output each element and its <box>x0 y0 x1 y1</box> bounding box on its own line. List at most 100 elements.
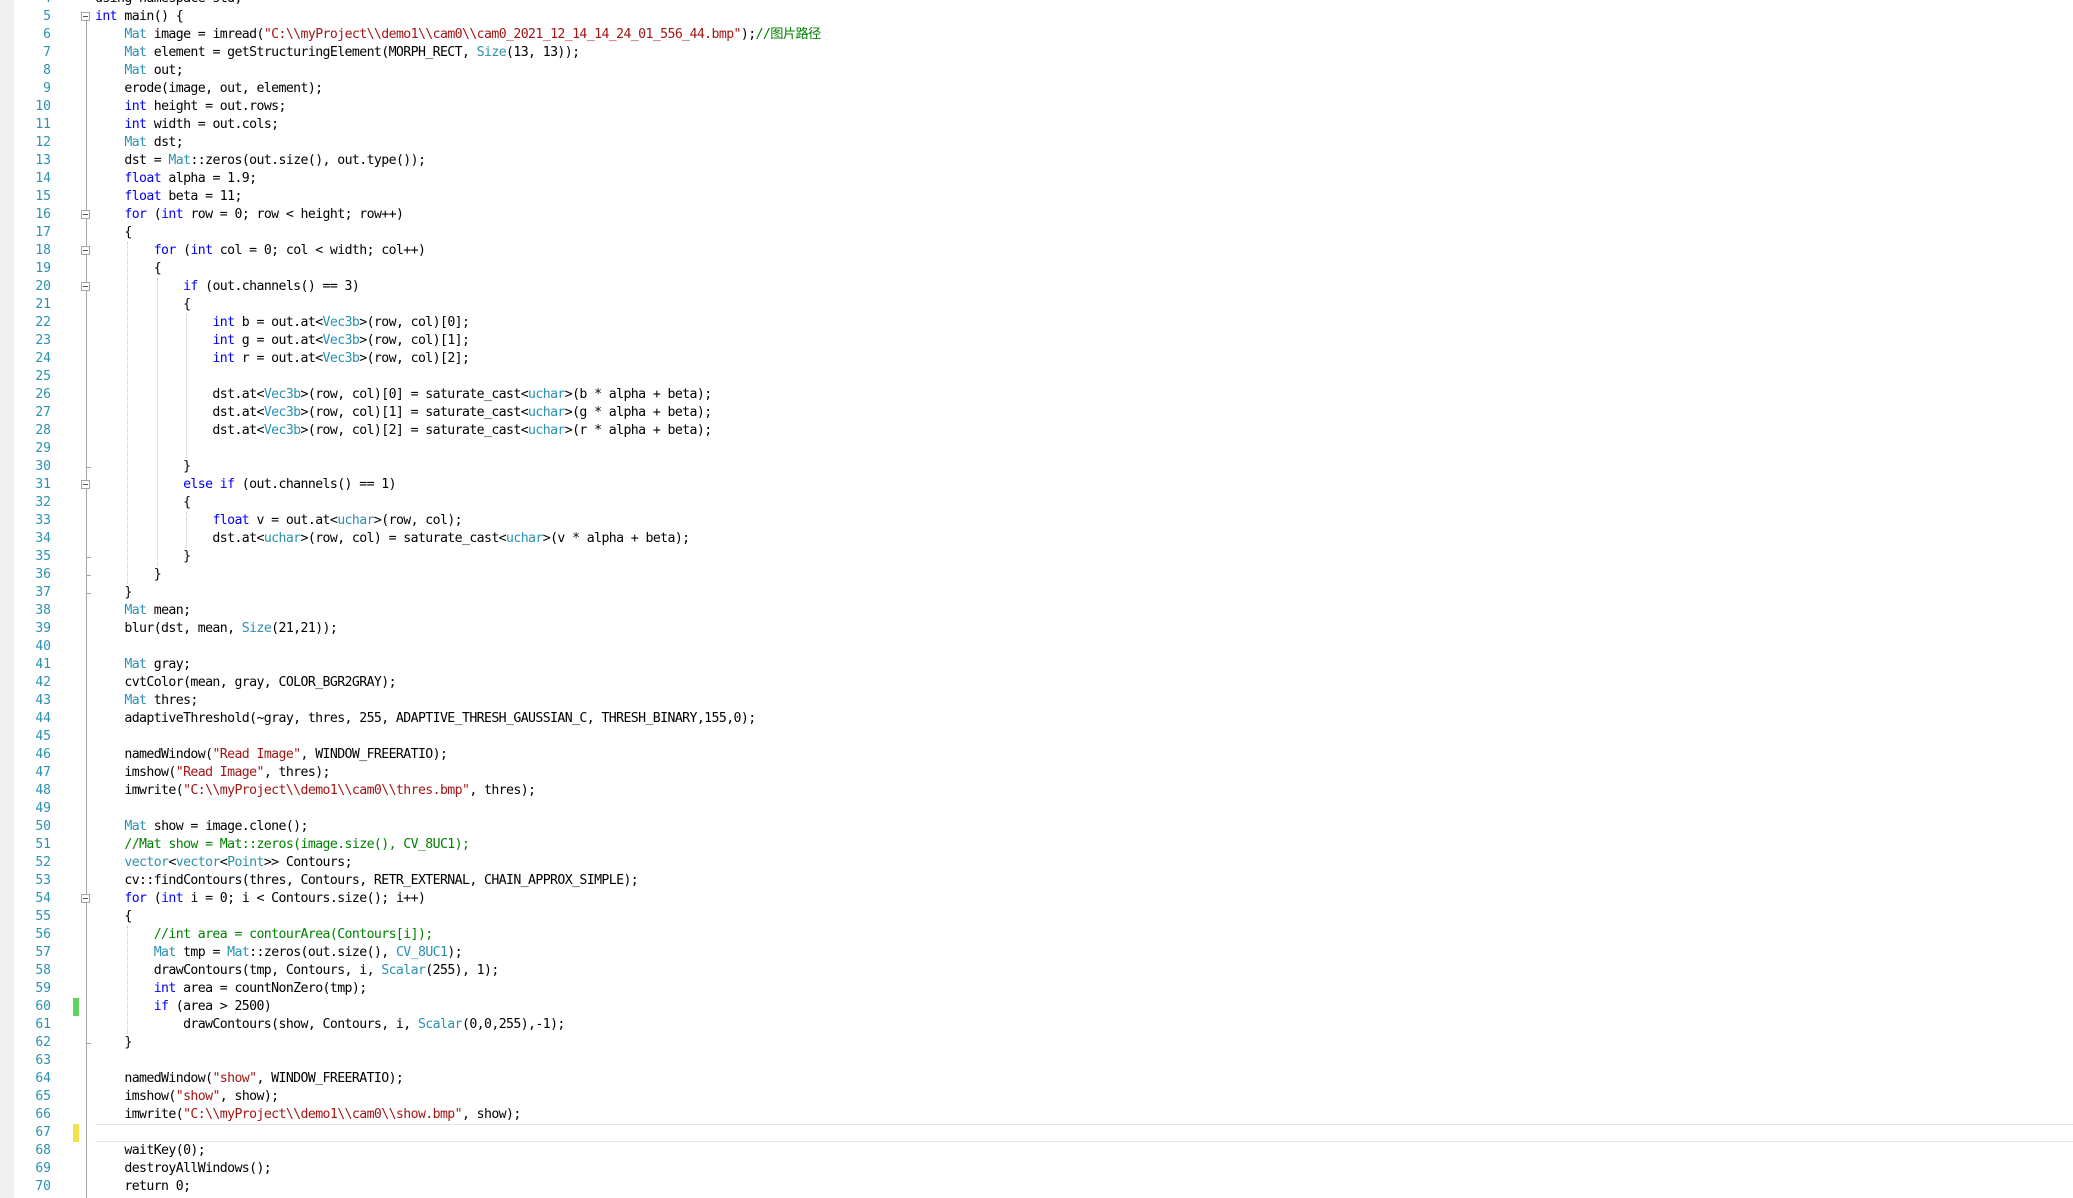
code-line[interactable]: } <box>95 1034 2073 1052</box>
code-line[interactable]: int r = out.at<Vec3b>(row, col)[2]; <box>95 350 2073 368</box>
code-line[interactable]: Mat element = getStructuringElement(MORP… <box>95 44 2073 62</box>
code-line[interactable]: namedWindow("show", WINDOW_FREERATIO); <box>95 1070 2073 1088</box>
editor-left-margin <box>0 0 15 1198</box>
line-number: 36 <box>35 567 51 582</box>
code-line[interactable]: } <box>95 566 2073 584</box>
code-line[interactable]: dst = Mat::zeros(out.size(), out.type())… <box>95 152 2073 170</box>
code-line[interactable]: Mat image = imread("C:\\myProject\\demo1… <box>95 26 2073 44</box>
code-line[interactable]: float beta = 11; <box>95 188 2073 206</box>
code-line[interactable]: { <box>95 224 2073 242</box>
code-line[interactable]: destroyAllWindows(); <box>95 1160 2073 1178</box>
code-line[interactable]: for (int col = 0; col < width; col++) <box>95 242 2073 260</box>
code-token: thres; <box>146 693 199 708</box>
collapse-region-icon[interactable] <box>81 210 90 219</box>
code-line[interactable]: drawContours(show, Contours, i, Scalar(0… <box>95 1016 2073 1034</box>
code-line[interactable]: float alpha = 1.9; <box>95 170 2073 188</box>
code-line[interactable] <box>95 440 2073 458</box>
code-line[interactable]: Mat out; <box>95 62 2073 80</box>
code-line[interactable]: drawContours(tmp, Contours, i, Scalar(25… <box>95 962 2073 980</box>
code-token: , WINDOW_FREERATIO); <box>256 1071 404 1086</box>
code-line[interactable]: using namespace std; <box>95 0 2073 8</box>
code-line[interactable]: if (out.channels() == 3) <box>95 278 2073 296</box>
collapse-region-icon[interactable] <box>81 246 90 255</box>
code-line[interactable]: Mat mean; <box>95 602 2073 620</box>
code-line[interactable]: } <box>95 548 2073 566</box>
code-line[interactable]: imwrite("C:\\myProject\\demo1\\cam0\\thr… <box>95 782 2073 800</box>
code-line[interactable]: { <box>95 494 2073 512</box>
code-line[interactable]: cv::findContours(thres, Contours, RETR_E… <box>95 872 2073 890</box>
keyword-token: float <box>124 189 162 204</box>
code-line[interactable]: int main() { <box>95 8 2073 26</box>
code-line[interactable]: Mat gray; <box>95 656 2073 674</box>
code-line[interactable]: if (area > 2500) <box>95 998 2073 1016</box>
code-line[interactable]: for (int i = 0; i < Contours.size(); i++… <box>95 890 2073 908</box>
code-line[interactable]: { <box>95 296 2073 314</box>
line-number: 25 <box>35 369 51 384</box>
code-line[interactable]: imshow("show", show); <box>95 1088 2073 1106</box>
collapse-region-icon[interactable] <box>81 894 90 903</box>
code-line[interactable]: namedWindow("Read Image", WINDOW_FREERAT… <box>95 746 2073 764</box>
collapse-region-icon[interactable] <box>81 282 90 291</box>
code-token: >(g * alpha + beta); <box>564 405 712 420</box>
code-line[interactable]: float v = out.at<uchar>(row, col); <box>95 512 2073 530</box>
outlining-end <box>86 557 91 558</box>
code-line[interactable]: Mat show = image.clone(); <box>95 818 2073 836</box>
code-editor[interactable]: 4567891011121314151617181920212223242526… <box>0 0 2073 1198</box>
code-line[interactable]: imwrite("C:\\myProject\\demo1\\cam0\\sho… <box>95 1106 2073 1124</box>
code-line[interactable]: int area = countNonZero(tmp); <box>95 980 2073 998</box>
code-line[interactable]: dst.at<Vec3b>(row, col)[2] = saturate_ca… <box>95 422 2073 440</box>
code-line[interactable]: for (int row = 0; row < height; row++) <box>95 206 2073 224</box>
code-line[interactable]: erode(image, out, element); <box>95 80 2073 98</box>
code-line[interactable]: cvtColor(mean, gray, COLOR_BGR2GRAY); <box>95 674 2073 692</box>
saved-change-marker <box>73 998 79 1016</box>
code-line[interactable]: Mat dst; <box>95 134 2073 152</box>
code-line[interactable]: { <box>95 908 2073 926</box>
code-line[interactable]: vector<vector<Point>> Contours; <box>95 854 2073 872</box>
code-line[interactable]: int width = out.cols; <box>95 116 2073 134</box>
type-token: Size <box>241 621 272 636</box>
code-line[interactable]: } <box>95 458 2073 476</box>
code-token: imshow( <box>95 765 176 780</box>
code-line[interactable]: { <box>95 260 2073 278</box>
code-line[interactable]: int b = out.at<Vec3b>(row, col)[0]; <box>95 314 2073 332</box>
collapse-region-icon[interactable] <box>81 480 90 489</box>
code-line[interactable] <box>95 368 2073 386</box>
outlining-end <box>86 575 91 576</box>
code-line[interactable]: } <box>95 584 2073 602</box>
type-token: Mat <box>124 603 147 618</box>
line-number: 60 <box>35 999 51 1014</box>
code-token: main() { <box>117 9 184 24</box>
code-line[interactable]: dst.at<Vec3b>(row, col)[0] = saturate_ca… <box>95 386 2073 404</box>
current-code-line[interactable] <box>95 1124 2073 1142</box>
code-line[interactable] <box>95 1052 2073 1070</box>
code-token: erode(image, out, element); <box>95 81 323 96</box>
code-line[interactable]: //Mat show = Mat::zeros(image.size(), CV… <box>95 836 2073 854</box>
code-line[interactable]: dst.at<Vec3b>(row, col)[1] = saturate_ca… <box>95 404 2073 422</box>
outlining-end <box>86 593 91 594</box>
code-line[interactable]: imshow("Read Image", thres); <box>95 764 2073 782</box>
code-token: { <box>95 495 191 510</box>
code-line[interactable] <box>95 800 2073 818</box>
code-line[interactable]: waitKey(0); <box>95 1142 2073 1160</box>
code-line[interactable]: return 0; <box>95 1178 2073 1196</box>
code-line[interactable]: blur(dst, mean, Size(21,21)); <box>95 620 2073 638</box>
code-line[interactable]: else if (out.channels() == 1) <box>95 476 2073 494</box>
collapse-region-icon[interactable] <box>81 12 90 21</box>
code-line[interactable]: int g = out.at<Vec3b>(row, col)[1]; <box>95 332 2073 350</box>
code-token: { <box>95 297 191 312</box>
code-line[interactable]: dst.at<uchar>(row, col) = saturate_cast<… <box>95 530 2073 548</box>
code-line[interactable] <box>95 728 2073 746</box>
code-token: dst; <box>146 135 184 150</box>
code-line[interactable]: //int area = contourArea(Contours[i]); <box>95 926 2073 944</box>
code-token: } <box>95 585 132 600</box>
code-line[interactable]: int height = out.rows; <box>95 98 2073 116</box>
code-line[interactable]: Mat tmp = Mat::zeros(out.size(), CV_8UC1… <box>95 944 2073 962</box>
code-token: ::zeros(out.size(), out.type()); <box>190 153 426 168</box>
keyword-token: int <box>124 117 147 132</box>
code-line[interactable] <box>95 638 2073 656</box>
code-line[interactable]: Mat thres; <box>95 692 2073 710</box>
code-line[interactable]: adaptiveThreshold(~gray, thres, 255, ADA… <box>95 710 2073 728</box>
